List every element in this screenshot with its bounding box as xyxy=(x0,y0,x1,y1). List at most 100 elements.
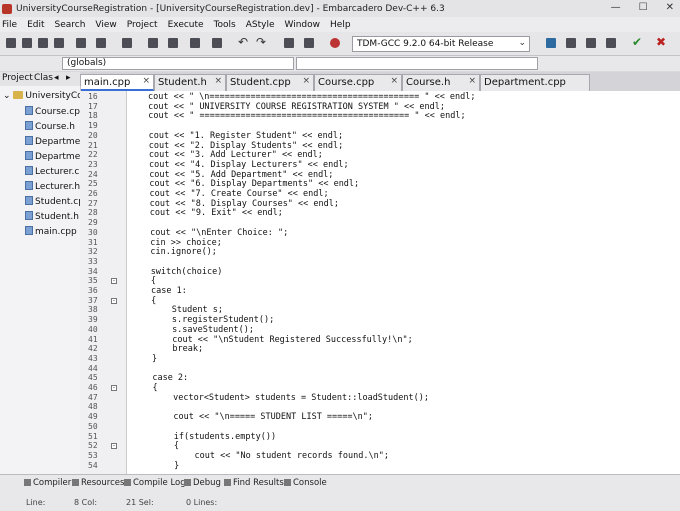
tab-debug[interactable]: Debug xyxy=(184,478,221,488)
project-file[interactable]: Student.cp xyxy=(25,196,84,207)
code-line: cout << " UNIVERSITY COURSE REGISTRATION… xyxy=(148,101,445,112)
close-icon[interactable]: × xyxy=(468,76,476,86)
fold-toggle-icon[interactable]: - xyxy=(111,278,117,285)
menu-file[interactable]: File xyxy=(2,20,17,30)
project-file[interactable]: Departme xyxy=(25,151,80,162)
compile-icon[interactable] xyxy=(148,38,158,48)
line-number: 50 xyxy=(88,421,98,431)
line-number: 26 xyxy=(88,189,98,198)
bottom-tab-label: Compiler xyxy=(33,478,72,488)
menu-execute[interactable]: Execute xyxy=(168,20,204,30)
open-icon[interactable] xyxy=(22,38,32,48)
file-icon xyxy=(25,121,33,130)
tab-scroll-right-icon[interactable]: ▸ xyxy=(66,73,71,83)
tab-label: Course.h xyxy=(406,77,451,88)
check-icon[interactable]: ✔ xyxy=(632,35,642,49)
run-icon[interactable] xyxy=(168,38,178,48)
scope-select[interactable]: (globals) xyxy=(62,57,294,70)
line-number: 27 xyxy=(88,198,98,208)
tab-student-h[interactable]: Student.h × xyxy=(154,74,226,91)
menu-tools[interactable]: Tools xyxy=(214,20,236,30)
line-number: 34 xyxy=(88,266,98,276)
minimize-icon[interactable]: — xyxy=(611,2,621,13)
close-icon[interactable]: × xyxy=(390,76,398,86)
tab-compiler[interactable]: Compiler xyxy=(24,478,71,488)
compiler-select[interactable]: TDM-GCC 9.2.0 64-bit Release ⌄ xyxy=(352,36,530,52)
compiler-icon xyxy=(24,479,31,486)
collapse-icon[interactable]: ⌄ xyxy=(3,91,11,101)
project-file[interactable]: Departme xyxy=(25,136,80,147)
file-icon xyxy=(25,166,33,175)
code-line: cout << "6. Display Departments" << endl… xyxy=(149,179,360,190)
undo-icon[interactable]: ↶ xyxy=(238,35,248,49)
stop-icon[interactable] xyxy=(330,38,340,48)
code-line: cout << "No student records found.\n"; xyxy=(153,450,389,461)
tab-main-cpp[interactable]: main.cpp × xyxy=(80,74,154,91)
line-number: 47 xyxy=(88,392,98,402)
cancel-icon[interactable]: ✖ xyxy=(656,35,666,49)
project-file-label: Student.cp xyxy=(35,197,84,207)
menu-edit[interactable]: Edit xyxy=(27,20,44,30)
close-icon[interactable]: × xyxy=(214,76,222,86)
tab-compile-log[interactable]: Compile Log xyxy=(124,478,186,488)
tab-department-cpp[interactable]: Department.cpp xyxy=(480,74,590,91)
project-root[interactable]: ⌄ UniversityCou xyxy=(3,91,88,101)
print-icon[interactable] xyxy=(96,38,106,48)
tab-student-cpp[interactable]: Student.cpp × xyxy=(226,74,314,91)
project-file[interactable]: Student.h xyxy=(25,211,79,222)
tab-course-h[interactable]: Course.h × xyxy=(402,74,480,91)
add-to-project-icon[interactable] xyxy=(586,38,596,48)
save-all-icon[interactable] xyxy=(54,38,64,48)
redo-icon[interactable]: ↷ xyxy=(256,35,266,49)
menu-search[interactable]: Search xyxy=(55,20,86,30)
project-panel: ⌄ UniversityCou Course.cp Course.h Depar… xyxy=(0,86,88,474)
new-project-icon[interactable] xyxy=(546,38,556,48)
tab-scroll-left-icon[interactable]: ◂ xyxy=(54,73,59,83)
project-file[interactable]: Lecturer.c xyxy=(25,166,79,177)
line-number: 45 xyxy=(88,373,98,383)
member-select[interactable] xyxy=(296,57,538,70)
menu-view[interactable]: View xyxy=(95,20,116,30)
tab-course-cpp[interactable]: Course.cpp × xyxy=(314,74,402,91)
undo-history-icon[interactable] xyxy=(122,38,132,48)
close-icon[interactable]: × xyxy=(142,76,150,86)
project-file-label: Course.h xyxy=(35,122,75,132)
tab-label: Department.cpp xyxy=(484,77,566,88)
project-file[interactable]: main.cpp xyxy=(25,226,77,237)
close-file-icon[interactable] xyxy=(76,38,86,48)
menu-project[interactable]: Project xyxy=(127,20,158,30)
indent-icon[interactable] xyxy=(284,38,294,48)
fold-toggle-icon[interactable]: - xyxy=(111,385,117,391)
code-editor[interactable]: 16 17 18 19 20 21 22 23 24 25 26 27 28 29 30 31 32 33 34 35… xyxy=(80,91,680,474)
bottom-panel: Compiler Resources Compile Log Debug Fin… xyxy=(0,474,680,511)
line-number-gutter: 16 17 18 19 20 21 22 23 24 25 26 27 28 29 30 31 32 33 34 35… xyxy=(80,91,127,474)
tab-find-results[interactable]: Find Results xyxy=(224,478,284,488)
project-file-label: Departme xyxy=(35,152,81,162)
remove-from-project-icon[interactable] xyxy=(606,38,616,48)
tab-project[interactable]: Project xyxy=(2,73,33,83)
unindent-icon[interactable] xyxy=(304,38,314,48)
save-icon[interactable] xyxy=(38,38,48,48)
file-icon xyxy=(25,151,33,160)
menu-help[interactable]: Help xyxy=(330,20,351,30)
close-icon[interactable]: ✕ xyxy=(666,2,674,13)
maximize-icon[interactable]: ☐ xyxy=(639,2,648,13)
compile-run-icon[interactable] xyxy=(190,38,200,48)
new-file-icon[interactable] xyxy=(6,38,16,48)
project-file[interactable]: Lecturer.h xyxy=(25,181,80,192)
line-number: 33 xyxy=(88,256,98,266)
fold-toggle-icon[interactable]: - xyxy=(111,443,117,450)
tab-classes[interactable]: Clas xyxy=(34,73,53,83)
line-number: 23 xyxy=(88,159,98,169)
project-file[interactable]: Course.h xyxy=(25,121,75,132)
project-file[interactable]: Course.cp xyxy=(25,106,80,117)
tab-console[interactable]: Console xyxy=(284,478,327,488)
menu-window[interactable]: Window xyxy=(285,20,321,30)
project-options-icon[interactable] xyxy=(566,38,576,48)
tab-resources[interactable]: Resources xyxy=(72,478,124,488)
fold-toggle-icon[interactable]: - xyxy=(111,297,117,304)
close-icon[interactable]: × xyxy=(302,76,310,86)
rebuild-icon[interactable] xyxy=(212,38,222,48)
debug-icon xyxy=(184,479,191,486)
menu-astyle[interactable]: AStyle xyxy=(246,20,275,30)
